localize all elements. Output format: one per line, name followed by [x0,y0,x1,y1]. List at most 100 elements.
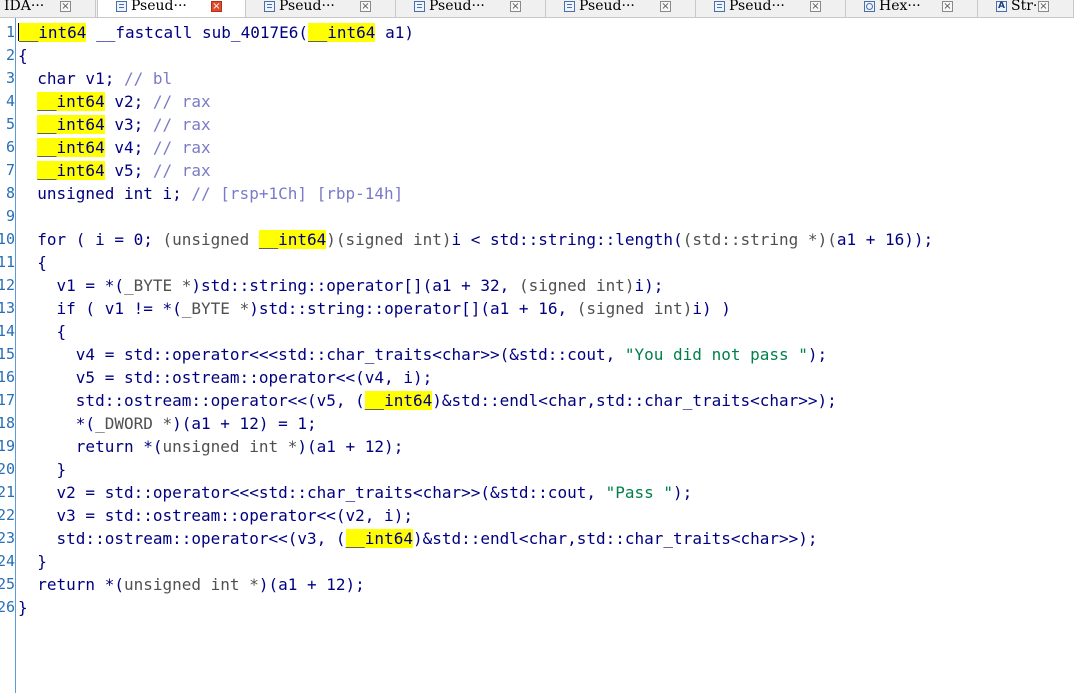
code-line[interactable]: 26} [0,596,1074,619]
code-token: { [18,46,28,65]
close-tab-icon[interactable]: × [60,1,71,12]
line-number: 4 [5,92,15,110]
code-line[interactable]: 24 } [0,550,1074,573]
highlighted-token[interactable]: __int64 [345,529,413,548]
code-line[interactable]: 2{ [0,44,1074,67]
code-line[interactable]: 23 std::ostream::operator<<(v3, (__int64… [0,527,1074,550]
code-token[interactable]: v1 [105,299,124,318]
code-token[interactable]: v5 [76,368,95,387]
code-token[interactable]: v2 [346,506,365,525]
highlighted-token[interactable]: __int64 [37,138,105,157]
highlighted-token[interactable]: __int64 [364,391,433,410]
code-line[interactable]: 17 std::ostream::operator<<(v5, (__int64… [0,389,1074,412]
pseudocode-view[interactable]: 1 __int64 __fastcall sub_4017E6(__int64 a… [0,18,1074,693]
code-token[interactable]: i [95,230,105,249]
code-line[interactable]: 1 __int64 __fastcall sub_4017E6(__int64 a… [0,21,1074,44]
code-line[interactable]: 15 v4 = std::operator<<<std::char_traits… [0,343,1074,366]
code-line[interactable]: 22 v3 = std::ostream::operator<<(v2, i); [0,504,1074,527]
highlighted-token[interactable]: __int64 [308,23,376,42]
code-token: + 12); [335,437,404,456]
highlighted-token[interactable]: __int64 [19,23,87,42]
code-text: std::ostream::operator<<(v3, (__int64)&s… [18,527,818,550]
tab-3[interactable]: Pseud··· × [246,0,396,17]
code-token[interactable]: v1 [57,276,76,295]
highlighted-token[interactable]: __int64 [37,161,105,180]
comment-token: // bl [123,69,173,88]
code-token[interactable]: v2 [57,483,76,502]
code-token[interactable]: a1 [278,575,297,594]
line-number: 3 [5,69,15,87]
code-token[interactable]: v3 [57,506,76,525]
code-line[interactable]: 10 for ( i = 0; (unsigned __int64)(signe… [0,228,1074,251]
code-line[interactable]: 5 __int64 v3; // rax [0,113,1074,136]
code-line[interactable]: 16 v5 = std::ostream::operator<<(v4, i); [0,366,1074,389]
tab-8[interactable]: A Str··· × [978,0,1074,17]
code-token[interactable]: i [452,230,462,249]
code-token: , ( [335,391,365,410]
close-tab-icon[interactable]: × [1038,1,1049,12]
code-line[interactable]: 20 } [0,458,1074,481]
tab-4[interactable]: Pseud··· × [396,0,546,17]
code-token[interactable]: a1 [432,276,451,295]
code-token: )( [258,575,279,594]
code-line[interactable]: 21 v2 = std::operator<<<std::char_traits… [0,481,1074,504]
code-token[interactable]: v5 [317,391,336,410]
code-token: )std::string::operator[]( [249,299,491,318]
code-token[interactable]: a1 [191,414,210,433]
tab-5[interactable]: Pseud··· × [546,0,696,17]
hex-view-icon [864,1,875,12]
close-tab-icon[interactable]: × [360,1,371,12]
code-text: unsigned int i; // [rsp+1Ch] [rbp-14h] [18,182,403,205]
code-token: ); [412,368,433,387]
close-tab-icon[interactable]: × [211,1,222,12]
tab-1[interactable]: IDA··· × [0,0,96,17]
code-token[interactable]: v4 [365,368,384,387]
code-token: = *( [75,276,124,295]
code-token[interactable]: i [635,276,645,295]
code-line[interactable]: 18 *(_DWORD *)(a1 + 12) = 1; [0,412,1074,435]
code-line[interactable]: 4 __int64 v2; // rax [0,90,1074,113]
code-token[interactable]: a1 [490,299,509,318]
code-token[interactable]: v3 [297,529,316,548]
tab-2[interactable]: Pseud··· × [97,0,246,17]
code-token: v4; [104,138,153,157]
line-number: 1 [5,23,15,41]
code-token[interactable]: a1 [837,230,856,249]
highlighted-token[interactable]: __int64 [37,115,105,134]
cast-token: (signed int) [576,299,693,318]
highlighted-token[interactable]: __int64 [37,92,105,111]
code-line[interactable]: 13 if ( v1 != *(_BYTE *)std::string::ope… [0,297,1074,320]
code-line[interactable]: 7 __int64 v5; // rax [0,159,1074,182]
code-line[interactable]: 25 return *(unsigned int *)(a1 + 12); [0,573,1074,596]
code-token[interactable]: i [692,299,702,318]
code-token: ); [393,506,413,525]
code-token: char v1; [18,69,124,88]
code-text: char v1; // bl [18,67,172,90]
code-line[interactable]: 9 [0,205,1074,228]
code-token[interactable]: i [403,368,413,387]
code-token: } [18,460,67,479]
code-line[interactable]: 12 v1 = *(_BYTE *)std::string::operator[… [0,274,1074,297]
code-token[interactable]: v4 [76,345,95,364]
code-token[interactable]: a1 [317,437,336,456]
close-tab-icon[interactable]: × [810,1,821,12]
close-tab-icon[interactable]: × [660,1,671,12]
tab-6[interactable]: Pseud··· × [696,0,846,17]
code-line[interactable]: 8 unsigned int i; // [rsp+1Ch] [rbp-14h] [0,182,1074,205]
highlighted-token[interactable]: __int64 [258,230,327,249]
line-number: 16 [0,368,16,386]
close-tab-icon[interactable]: × [942,1,953,12]
code-line[interactable]: 3 char v1; // bl [0,67,1074,90]
code-token[interactable]: i [384,506,394,525]
close-tab-icon[interactable]: × [510,1,521,12]
code-line[interactable]: 14 { [0,320,1074,343]
code-line[interactable]: 11 { [0,251,1074,274]
code-line[interactable]: 6 __int64 v4; // rax [0,136,1074,159]
pseudocode-icon [414,1,425,12]
code-token: unsigned int i; [18,184,192,203]
code-line[interactable]: 19 return *(unsigned int *)(a1 + 12); [0,435,1074,458]
tab-7[interactable]: Hex··· × [846,0,978,17]
code-text: { [18,44,28,67]
